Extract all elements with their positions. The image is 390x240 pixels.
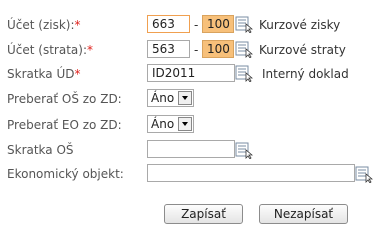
lookup-list-icon[interactable] <box>235 40 253 58</box>
row-preberat-eo: Preberať EO zo ZD: Áno <box>0 115 390 137</box>
row-skratka-os: Skratka OŠ <box>0 140 390 162</box>
ucet-zisk-analytic-input[interactable]: 100 <box>202 15 234 33</box>
save-button[interactable]: Zapísať <box>164 204 243 224</box>
cancel-button[interactable]: Nezapísať <box>259 204 348 224</box>
ucet-strata-input[interactable]: 563 <box>147 40 190 58</box>
chevron-down-icon[interactable] <box>178 117 192 131</box>
chevron-down-icon[interactable] <box>178 91 192 105</box>
lookup-list-icon[interactable] <box>235 64 253 82</box>
ucet-strata-analytic-input[interactable]: 100 <box>202 40 234 58</box>
skratka-os-input[interactable] <box>147 140 235 158</box>
row-ucet-strata: Účet (strata):* 563 - 100 Kurzové straty <box>0 40 390 62</box>
label-ekonomicky-objekt: Ekonomický objekt: <box>7 167 124 181</box>
required-marker: * <box>74 67 81 81</box>
row-ekonomicky-objekt: Ekonomický objekt: <box>0 164 390 186</box>
interny-doklad-text: Interný doklad <box>262 67 349 81</box>
dash-separator: - <box>194 18 199 32</box>
ucet-zisk-input[interactable]: 663 <box>147 15 190 33</box>
preberat-os-select[interactable]: Áno <box>147 89 194 107</box>
label-ucet-strata: Účet (strata):* <box>7 43 93 57</box>
row-preberat-os: Preberať OŠ zo ZD: Áno <box>0 89 390 111</box>
skratka-ud-input[interactable]: ID2011 <box>147 64 235 82</box>
kurzove-zisky-text: Kurzové zisky <box>259 18 341 32</box>
lookup-list-icon[interactable] <box>235 141 253 159</box>
preberat-eo-select[interactable]: Áno <box>147 115 194 133</box>
label-ucet-zisk: Účet (zisk):* <box>7 18 81 32</box>
label-skratka-ud: Skratka ÚD* <box>7 67 81 81</box>
label-preberat-eo: Preberať EO zo ZD: <box>7 118 122 132</box>
kurzove-straty-text: Kurzové straty <box>259 43 346 57</box>
label-preberat-os: Preberať OŠ zo ZD: <box>7 92 122 106</box>
label-skratka-os: Skratka OŠ <box>7 143 74 157</box>
row-skratka-ud: Skratka ÚD* ID2011 Interný doklad <box>0 64 390 86</box>
row-ucet-zisk: Účet (zisk):* 663 - 100 Kurzové zisky <box>0 15 390 37</box>
required-marker: * <box>74 18 81 32</box>
dash-separator: - <box>194 43 199 57</box>
lookup-list-icon[interactable] <box>355 165 373 183</box>
lookup-list-icon[interactable] <box>235 15 253 33</box>
ekonomicky-objekt-input[interactable] <box>147 164 355 182</box>
required-marker: * <box>87 43 93 57</box>
